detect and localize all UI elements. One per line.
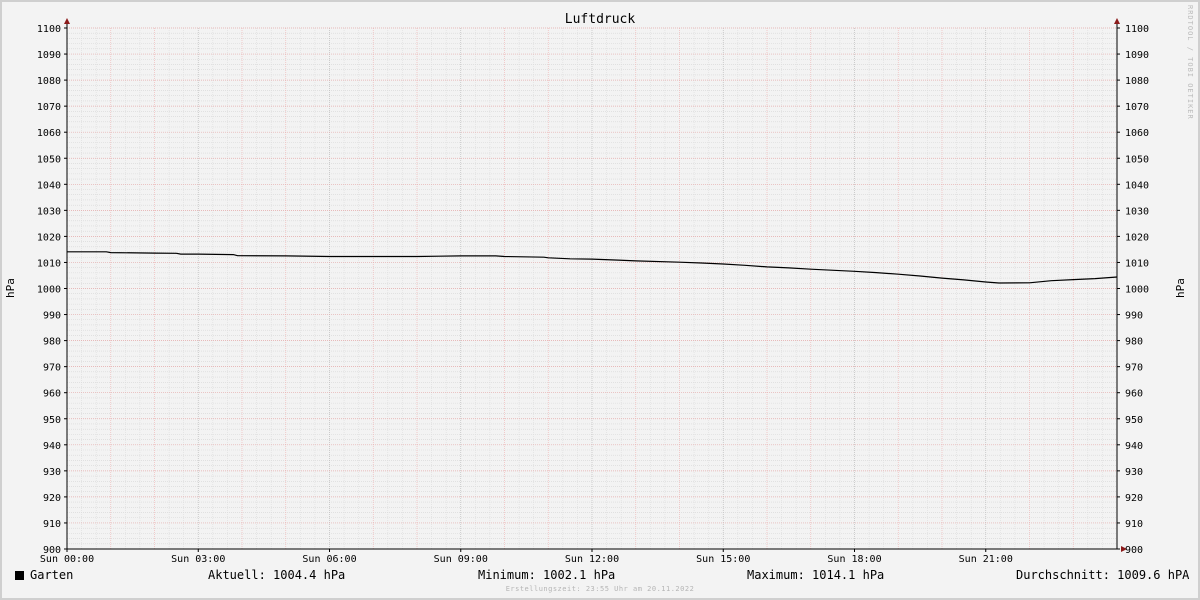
legend-swatch xyxy=(15,571,24,580)
y-tick-label-left: 1090 xyxy=(37,50,61,61)
x-ticks: Sun 00:00 Sun 03:00 Sun 06:00 Sun 09:00 Sun … xyxy=(40,549,1013,565)
y-tick-label-left: 1020 xyxy=(37,232,61,243)
y-tick-label-left: 1040 xyxy=(37,180,61,191)
y-tick-label-right: 960 xyxy=(1125,389,1143,400)
y-tick-label-left: 1100 xyxy=(37,24,61,35)
y-tick-label-left: 990 xyxy=(43,311,61,322)
y-tick-label-left: 1010 xyxy=(37,258,61,269)
chart-title: Luftdruck xyxy=(565,12,636,27)
y-tick-label-right: 1020 xyxy=(1125,232,1149,243)
y-ticks-right: 900 910 920 930 940 950 960 970 980 990 1000 1010 10… xyxy=(1117,24,1149,556)
y-tick-label-right: 1010 xyxy=(1125,258,1149,269)
y-tick-label-left: 980 xyxy=(43,337,61,348)
x-tick-label: Sun 09:00 xyxy=(434,554,488,565)
x-tick-label: Sun 00:00 xyxy=(40,554,94,565)
y-tick-label-right: 970 xyxy=(1125,363,1143,374)
y-tick-label-left: 940 xyxy=(43,441,61,452)
y-tick-label-left: 920 xyxy=(43,493,61,504)
y-tick-label-left: 910 xyxy=(43,519,61,530)
y-tick-label-right: 1030 xyxy=(1125,206,1149,217)
axes xyxy=(64,18,1127,552)
y-tick-label-right: 940 xyxy=(1125,441,1143,452)
y-axis-label-right: hPa xyxy=(1174,278,1187,298)
y-axis-label-left: hPa xyxy=(4,278,17,298)
y-tick-label-right: 1070 xyxy=(1125,102,1149,113)
y-tick-label-right: 1060 xyxy=(1125,128,1149,139)
y-axis-arrow-left xyxy=(64,18,70,24)
y-tick-label-right: 1000 xyxy=(1125,285,1149,296)
y-tick-label-right: 980 xyxy=(1125,337,1143,348)
legend-minimum: Minimum: 1002.1 hPa xyxy=(478,568,616,582)
y-tick-label-right: 930 xyxy=(1125,467,1143,478)
x-tick-label: Sun 21:00 xyxy=(959,554,1013,565)
y-tick-label-right: 920 xyxy=(1125,493,1143,504)
y-tick-label-left: 1000 xyxy=(37,285,61,296)
legend-series-name: Garten xyxy=(30,568,74,582)
y-tick-label-left: 950 xyxy=(43,415,61,426)
y-tick-label-right: 1090 xyxy=(1125,50,1149,61)
legend-series: Garten xyxy=(15,568,73,582)
y-tick-label-left: 960 xyxy=(43,389,61,400)
y-tick-label-right: 1040 xyxy=(1125,180,1149,191)
watermark: RRDTOOL / TOBI OETIKER xyxy=(1186,5,1194,120)
legend-average: Durchschnitt: 1009.6 hPA xyxy=(1016,568,1190,582)
y-tick-label-right: 900 xyxy=(1125,545,1143,556)
y-tick-label-left: 930 xyxy=(43,467,61,478)
y-tick-label-left: 1030 xyxy=(37,206,61,217)
pressure-chart: 900 910 920 930 940 950 960 970 980 990 1000 1010 10… xyxy=(4,5,1194,565)
y-tick-label-left: 1050 xyxy=(37,154,61,165)
x-tick-label: Sun 12:00 xyxy=(565,554,619,565)
y-tick-label-left: 1080 xyxy=(37,76,61,87)
y-tick-label-right: 990 xyxy=(1125,311,1143,322)
y-tick-label-right: 950 xyxy=(1125,415,1143,426)
y-tick-label-left: 970 xyxy=(43,363,61,374)
y-ticks-left: 9009109209309409509609709809901000101010… xyxy=(37,24,67,556)
legend-maximum: Maximum: 1014.1 hPa xyxy=(747,568,885,582)
y-axis-arrow-right xyxy=(1114,18,1120,24)
y-tick-label-right: 910 xyxy=(1125,519,1143,530)
x-tick-label: Sun 15:00 xyxy=(696,554,750,565)
major-grid xyxy=(67,27,1117,549)
y-tick-label-left: 1070 xyxy=(37,102,61,113)
x-tick-label: Sun 18:00 xyxy=(827,554,881,565)
x-tick-label: Sun 03:00 xyxy=(171,554,225,565)
y-tick-label-right: 1050 xyxy=(1125,154,1149,165)
y-tick-label-left: 1060 xyxy=(37,128,61,139)
y-tick-label-right: 1100 xyxy=(1125,24,1149,35)
y-tick-label-right: 1080 xyxy=(1125,76,1149,87)
legend-current: Aktuell: 1004.4 hPa xyxy=(208,568,346,582)
x-tick-label: Sun 06:00 xyxy=(302,554,356,565)
footer-timestamp: Erstellungszeit: 23:55 Uhr am 20.11.2022 xyxy=(505,585,695,593)
